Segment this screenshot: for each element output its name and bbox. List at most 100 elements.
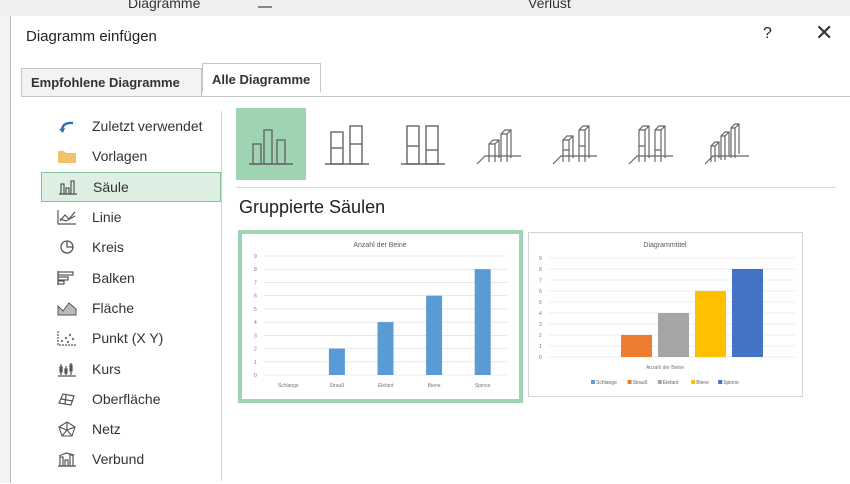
chart-preview-1: Anzahl der Beine 0 1 2 3 4 5 6 7 8 9 Schlange Strauß… <box>254 242 507 389</box>
subtype-3d-stacked-column[interactable] <box>540 108 610 180</box>
surface-chart-icon <box>56 390 78 408</box>
y-tick-label: 2 <box>254 347 257 353</box>
radar-chart-icon <box>56 420 78 438</box>
tab-all-charts[interactable]: Alle Diagramme <box>202 63 321 93</box>
category-label: Fläche <box>92 299 135 316</box>
bar <box>621 335 652 357</box>
category-label: Zuletzt verwendet <box>92 118 203 135</box>
3d-stacked-column-icon <box>552 125 597 165</box>
stacked-column-icon <box>325 125 369 165</box>
category-label: Linie <box>92 209 122 226</box>
3d-percent-stacked-column-icon <box>628 125 673 165</box>
legend-label: Biene <box>696 380 709 386</box>
stock-chart-icon <box>56 360 78 378</box>
category-label: Kreis <box>92 239 124 256</box>
undo-arrow-icon <box>56 117 78 135</box>
chart-preview-2: Diagrammtitel 0 1 2 3 4 5 6 7 8 9 Anzahl der Beine S… <box>539 242 795 386</box>
y-tick-label: 1 <box>539 344 542 350</box>
background-header-text: Diagramme <box>128 0 201 11</box>
chart-panel: Zuletzt verwendet Vorlagen Säule Linie K… <box>21 96 850 484</box>
y-tick-label: 7 <box>539 278 542 284</box>
x-tick-label: Schlange <box>278 383 299 389</box>
category-label: Kurs <box>92 360 121 377</box>
scatter-chart-icon <box>56 329 78 347</box>
y-tick-label: 9 <box>254 254 257 260</box>
percent-stacked-column-icon <box>401 125 445 165</box>
combo-chart-icon <box>56 450 78 468</box>
category-label: Netz <box>92 421 121 438</box>
legend-label: Elefant <box>663 380 679 386</box>
x-tick-label: Spinne <box>475 383 491 389</box>
legend-swatch <box>657 380 662 384</box>
y-tick-label: 5 <box>254 307 257 313</box>
close-button[interactable]: ✕ <box>815 20 833 46</box>
bar <box>732 269 763 357</box>
category-area[interactable]: Fläche <box>41 293 221 323</box>
legend-swatch <box>591 380 595 384</box>
category-scatter[interactable]: Punkt (X Y) <box>41 323 221 353</box>
background-dash <box>258 6 272 8</box>
bar <box>695 291 726 357</box>
subtype-3d-clustered-column[interactable] <box>464 108 534 180</box>
category-label: Vorlagen <box>92 148 148 165</box>
subtype-stacked-column[interactable] <box>312 108 382 180</box>
subtype-3d-column[interactable] <box>692 108 762 180</box>
background-sheet-strip: Diagramme Verlust <box>0 0 850 17</box>
legend-label: Spinne <box>723 380 739 386</box>
category-templates[interactable]: Vorlagen <box>41 141 221 171</box>
subtype-title: Gruppierte Säulen <box>239 197 386 217</box>
category-pie[interactable]: Kreis <box>41 232 221 262</box>
bar <box>658 313 689 357</box>
horizontal-divider <box>236 187 836 188</box>
bar-chart-icon <box>56 269 78 287</box>
category-recent[interactable]: Zuletzt verwendet <box>41 111 221 141</box>
folder-icon <box>56 147 78 165</box>
insert-chart-dialog: Diagramm einfügen ? ✕ Empfohlene Diagram… <box>10 16 850 483</box>
category-surface[interactable]: Oberfläche <box>41 384 221 414</box>
y-tick-label: 6 <box>539 289 542 295</box>
y-tick-label: 4 <box>539 311 542 317</box>
y-tick-label: 2 <box>539 333 542 339</box>
legend-label: Schlange <box>596 380 617 386</box>
x-tick-label: Strauß <box>329 383 344 389</box>
category-bar[interactable]: Balken <box>41 262 221 292</box>
category-radar[interactable]: Netz <box>41 414 221 444</box>
y-tick-label: 1 <box>254 360 257 366</box>
category-column[interactable]: Säule <box>41 171 221 202</box>
x-tick-label: Elefant <box>378 383 394 389</box>
y-tick-label: 7 <box>254 280 257 286</box>
category-line[interactable]: Linie <box>41 202 221 232</box>
line-chart-icon <box>56 208 78 226</box>
chart-category-list: Zuletzt verwendet Vorlagen Säule Linie K… <box>41 111 221 475</box>
subtype-100-stacked-column[interactable] <box>388 108 458 180</box>
bar <box>377 322 394 375</box>
y-tick-label: 6 <box>254 294 257 300</box>
category-label: Punkt (X Y) <box>92 330 164 347</box>
background-header-text-2: Verlust <box>528 0 571 11</box>
y-tick-label: 0 <box>254 373 257 379</box>
category-combo[interactable]: Verbund <box>41 444 221 474</box>
y-tick-label: 4 <box>254 320 257 326</box>
tab-recommended-charts[interactable]: Empfohlene Diagramme <box>21 68 202 97</box>
subtype-3d-100-stacked-column[interactable] <box>616 108 686 180</box>
3d-column-icon <box>704 123 749 165</box>
legend-swatch <box>627 380 632 384</box>
column-chart-icon <box>57 178 79 196</box>
bar <box>328 348 345 375</box>
clustered-column-icon <box>249 129 293 165</box>
subtype-clustered-column[interactable] <box>236 108 306 180</box>
vertical-divider <box>221 111 222 481</box>
category-label: Säule <box>93 178 129 195</box>
preview-option-1[interactable]: Anzahl der Beine 0 1 2 3 4 5 6 7 8 9 Schlange Strauß… <box>238 230 523 403</box>
y-tick-label: 5 <box>539 300 542 306</box>
x-axis-label: Anzahl der Beine <box>646 365 684 371</box>
bar <box>426 295 443 375</box>
pie-chart-icon <box>56 238 78 256</box>
category-stock[interactable]: Kurs <box>41 353 221 383</box>
category-label: Balken <box>92 269 135 286</box>
category-label: Oberfläche <box>92 390 161 407</box>
y-tick-label: 0 <box>539 355 542 361</box>
help-button[interactable]: ? <box>763 25 772 43</box>
preview-option-2[interactable]: Diagrammtitel 0 1 2 3 4 5 6 7 8 9 Anzahl der Beine S… <box>528 232 803 397</box>
legend-label: Strauß <box>633 380 648 386</box>
